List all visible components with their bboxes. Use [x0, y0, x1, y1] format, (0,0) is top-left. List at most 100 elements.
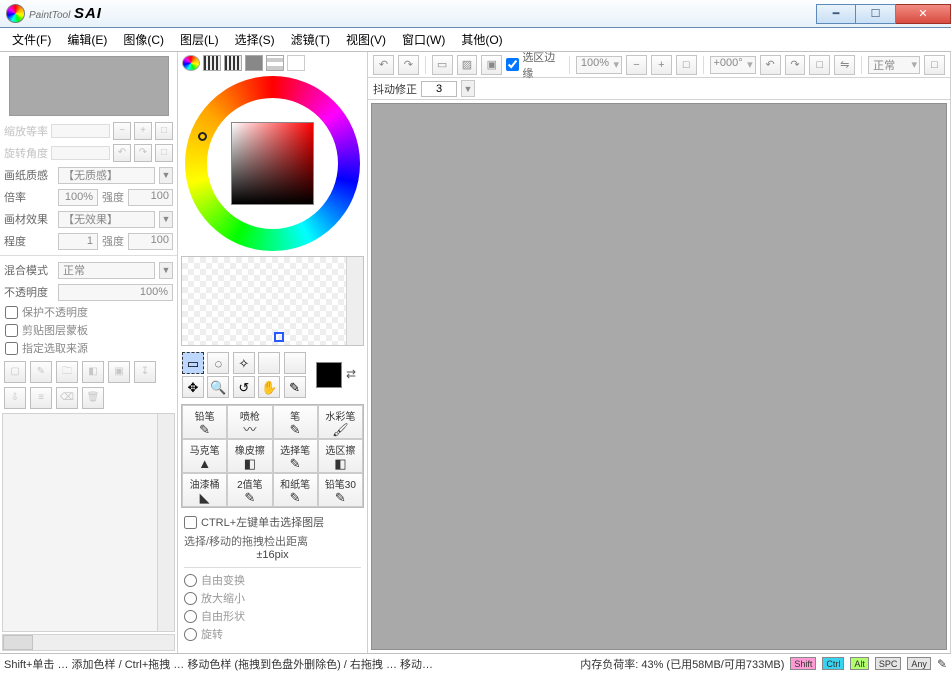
nav-rotate-reset-button[interactable]: □: [155, 144, 173, 162]
opacity-value[interactable]: 100%: [58, 284, 173, 301]
tool-lasso[interactable]: ◌: [207, 352, 229, 374]
sv-square[interactable]: [231, 122, 314, 205]
radio-free-transform[interactable]: [184, 574, 197, 587]
swap-colors-icon[interactable]: ⇄: [346, 367, 362, 383]
zoom-fit-button[interactable]: □: [676, 55, 697, 75]
nav-zoom-out-button[interactable]: −: [113, 122, 131, 140]
radio-free-shape[interactable]: [184, 610, 197, 623]
specify-source-row[interactable]: 指定选取来源: [0, 339, 177, 357]
tool-color-picker[interactable]: ✎: [284, 376, 306, 398]
minimize-button[interactable]: ━: [816, 4, 856, 24]
blend-dropdown[interactable]: 正常: [868, 56, 920, 74]
nav-rotate-right-button[interactable]: ↷: [134, 144, 152, 162]
brush-马克笔[interactable]: 马克笔▲: [182, 439, 227, 473]
tool-rotate[interactable]: ↺: [233, 376, 255, 398]
protect-alpha-checkbox[interactable]: [5, 306, 18, 319]
tab-scratchpad-icon[interactable]: [287, 55, 305, 71]
new-mask-button[interactable]: ◧: [82, 361, 104, 383]
zoom-out-button[interactable]: −: [626, 55, 647, 75]
brush-橡皮擦[interactable]: 橡皮擦◧: [227, 439, 272, 473]
paper-degree-intensity[interactable]: 100: [128, 233, 173, 250]
paper-texture-select[interactable]: 【无质感】: [58, 167, 155, 184]
hue-ring-handle[interactable]: [198, 132, 207, 141]
rotate-cw-button[interactable]: ↷: [785, 55, 806, 75]
menu-filter[interactable]: 滤镜(T): [285, 29, 336, 50]
foreground-color[interactable]: [316, 362, 342, 388]
rotate-ccw-button[interactable]: ↶: [760, 55, 781, 75]
flatten-button[interactable]: ≡: [30, 387, 52, 409]
nav-rotate-left-button[interactable]: ↶: [113, 144, 131, 162]
stabilizer-value[interactable]: [421, 81, 457, 97]
transform-radio-shape[interactable]: 自由形状: [184, 607, 361, 625]
brush-水彩笔[interactable]: 水彩笔🖌: [318, 405, 363, 439]
close-button[interactable]: ✕: [896, 4, 951, 24]
protect-alpha-row[interactable]: 保护不透明度: [0, 303, 177, 321]
swatch-scrollbar[interactable]: [346, 257, 363, 345]
brush-选区擦[interactable]: 选区擦◧: [318, 439, 363, 473]
navigator-thumbnail[interactable]: [9, 56, 169, 116]
maximize-button[interactable]: ☐: [856, 4, 896, 24]
menu-window[interactable]: 窗口(W): [396, 29, 451, 50]
selection-edge-toggle[interactable]: 选区边缘: [506, 49, 563, 81]
redo-button[interactable]: ↷: [398, 55, 419, 75]
merge-down-button[interactable]: ⇩: [4, 387, 26, 409]
zoom-field[interactable]: 100%: [576, 56, 622, 74]
menu-view[interactable]: 视图(V): [340, 29, 392, 50]
tab-color-wheel-icon[interactable]: [182, 55, 200, 71]
invert-sel-button[interactable]: ▨: [457, 55, 478, 75]
angle-field[interactable]: +000°: [710, 56, 756, 74]
stabilizer-dropdown-icon[interactable]: ▼: [461, 80, 475, 97]
tab-swatches-icon[interactable]: [266, 55, 284, 71]
new-folder-button[interactable]: 🗀: [56, 361, 78, 383]
specify-source-checkbox[interactable]: [5, 342, 18, 355]
nav-zoom-slider[interactable]: [51, 124, 110, 138]
color-wheel[interactable]: [185, 76, 360, 251]
paper-effect-select[interactable]: 【无效果】: [58, 211, 155, 228]
tool-hand[interactable]: ✋: [258, 376, 280, 398]
layer-list-scrollbar[interactable]: [157, 414, 174, 631]
menu-layer[interactable]: 图层(L): [174, 29, 225, 50]
nav-rotate-slider[interactable]: [51, 146, 110, 160]
selection-edge-checkbox[interactable]: [506, 58, 519, 71]
brush-和纸笔[interactable]: 和纸笔✎: [273, 473, 318, 507]
new-linework-button[interactable]: ✎: [30, 361, 52, 383]
canvas-area[interactable]: [371, 103, 947, 650]
paper-effect-dropdown-icon[interactable]: ▼: [159, 211, 173, 228]
tool-magic-wand[interactable]: ✧: [233, 352, 255, 374]
deselect-button[interactable]: ▭: [432, 55, 453, 75]
ctrl-click-layer-checkbox[interactable]: [184, 516, 197, 529]
clip-mask-checkbox[interactable]: [5, 324, 18, 337]
hscroll-thumb[interactable]: [3, 635, 33, 650]
tool-rect-select[interactable]: ▭: [182, 352, 204, 374]
brush-铅笔[interactable]: 铅笔✎: [182, 405, 227, 439]
brush-2值笔[interactable]: 2值笔✎: [227, 473, 272, 507]
paper-scale-value[interactable]: 100%: [58, 189, 98, 206]
radio-scale[interactable]: [184, 592, 197, 605]
transfer-down-button[interactable]: ↧: [134, 361, 156, 383]
brush-油漆桶[interactable]: 油漆桶◣: [182, 473, 227, 507]
tab-hsv-slider-icon[interactable]: [224, 55, 242, 71]
rotate-reset-button[interactable]: □: [809, 55, 830, 75]
paper-texture-dropdown-icon[interactable]: ▼: [159, 167, 173, 184]
brush-铅笔30[interactable]: 铅笔30✎: [318, 473, 363, 507]
menu-file[interactable]: 文件(F): [6, 29, 57, 50]
drag-threshold-value[interactable]: ±16pix: [184, 549, 361, 564]
blend-extra-button[interactable]: □: [924, 55, 945, 75]
menu-select[interactable]: 选择(S): [229, 29, 281, 50]
menu-edit[interactable]: 编辑(E): [61, 29, 113, 50]
clear-layer-button[interactable]: ⌫: [56, 387, 78, 409]
brush-喷枪[interactable]: 喷枪〰: [227, 405, 272, 439]
new-layer-button[interactable]: ▢: [4, 361, 26, 383]
nav-zoom-reset-button[interactable]: □: [155, 122, 173, 140]
nav-zoom-in-button[interactable]: +: [134, 122, 152, 140]
tab-gray-icon[interactable]: [245, 55, 263, 71]
transform-radio-free[interactable]: 自由变换: [184, 571, 361, 589]
undo-button[interactable]: ↶: [373, 55, 394, 75]
paper-degree-value[interactable]: 1: [58, 233, 98, 250]
flip-h-button[interactable]: ⇋: [834, 55, 855, 75]
swatch-panel[interactable]: [181, 256, 364, 346]
tab-rgb-slider-icon[interactable]: [203, 55, 221, 71]
radio-rotate[interactable]: [184, 628, 197, 641]
layer-list-hscroll[interactable]: [2, 634, 175, 651]
paper-scale-intensity[interactable]: 100: [128, 189, 173, 206]
